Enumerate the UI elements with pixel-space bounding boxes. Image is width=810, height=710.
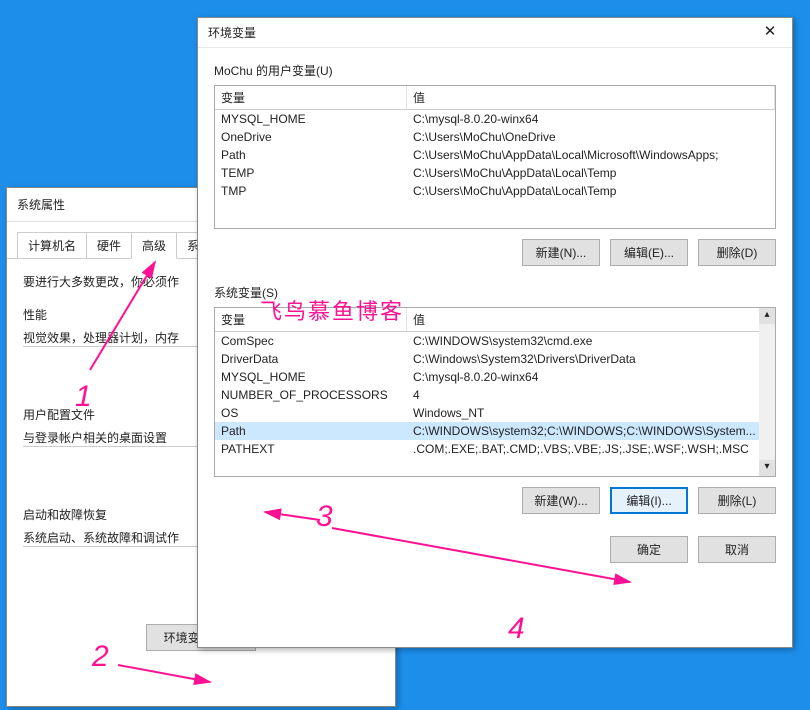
- cell-var-value: C:\mysql-8.0.20-winx64: [407, 110, 775, 128]
- cell-var-value: C:\mysql-8.0.20-winx64: [407, 368, 775, 386]
- cancel-button[interactable]: 取消: [698, 536, 776, 563]
- cell-var-name: MYSQL_HOME: [215, 368, 407, 386]
- cell-var-value: C:\Users\MoChu\AppData\Local\Temp: [407, 164, 775, 182]
- dialog-title: 环境变量: [208, 24, 256, 41]
- cell-var-name: PATHEXT: [215, 440, 407, 458]
- cell-var-name: TMP: [215, 182, 407, 200]
- cell-var-value: C:\Windows\System32\Drivers\DriverData: [407, 350, 775, 368]
- table-row[interactable]: ComSpecC:\WINDOWS\system32\cmd.exe: [215, 332, 775, 350]
- sys-vars-group-title: 系统变量(S): [214, 284, 776, 301]
- sys-new-button[interactable]: 新建(W)...: [522, 487, 600, 514]
- cell-var-value: 4: [407, 386, 775, 404]
- sys-vars-table[interactable]: 变量 值 ComSpecC:\WINDOWS\system32\cmd.exeD…: [214, 307, 776, 477]
- col-value[interactable]: 值: [407, 308, 775, 331]
- table-row[interactable]: OneDriveC:\Users\MoChu\OneDrive: [215, 128, 775, 146]
- table-row[interactable]: PathC:\Users\MoChu\AppData\Local\Microso…: [215, 146, 775, 164]
- user-new-button[interactable]: 新建(N)...: [522, 239, 600, 266]
- cell-var-value: C:\Users\MoChu\OneDrive: [407, 128, 775, 146]
- sys-edit-button[interactable]: 编辑(I)...: [610, 487, 688, 514]
- environment-variables-dialog: 环境变量 ✕ MoChu 的用户变量(U) 变量 值 MYSQL_HOMEC:\…: [197, 17, 793, 648]
- cell-var-value: Windows_NT: [407, 404, 775, 422]
- cell-var-name: MYSQL_HOME: [215, 110, 407, 128]
- cell-var-name: DriverData: [215, 350, 407, 368]
- col-variable[interactable]: 变量: [215, 308, 407, 331]
- col-value[interactable]: 值: [407, 86, 775, 109]
- cell-var-name: OS: [215, 404, 407, 422]
- tab-hardware[interactable]: 硬件: [86, 232, 132, 258]
- user-edit-button[interactable]: 编辑(E)...: [610, 239, 688, 266]
- tab-computer-name[interactable]: 计算机名: [17, 232, 87, 258]
- user-vars-table[interactable]: 变量 值 MYSQL_HOMEC:\mysql-8.0.20-winx64One…: [214, 85, 776, 229]
- cell-var-value: .COM;.EXE;.BAT;.CMD;.VBS;.VBE;.JS;.JSE;.…: [407, 440, 775, 458]
- scroll-down-icon[interactable]: ▾: [759, 460, 775, 476]
- table-row[interactable]: TEMPC:\Users\MoChu\AppData\Local\Temp: [215, 164, 775, 182]
- cell-var-name: ComSpec: [215, 332, 407, 350]
- sys-delete-button[interactable]: 删除(L): [698, 487, 776, 514]
- cell-var-name: Path: [215, 422, 407, 440]
- cell-var-value: C:\Users\MoChu\AppData\Local\Microsoft\W…: [407, 146, 775, 164]
- table-row[interactable]: PATHEXT.COM;.EXE;.BAT;.CMD;.VBS;.VBE;.JS…: [215, 440, 775, 458]
- cell-var-name: TEMP: [215, 164, 407, 182]
- user-delete-button[interactable]: 删除(D): [698, 239, 776, 266]
- scroll-up-icon[interactable]: ▴: [759, 308, 775, 324]
- cell-var-name: NUMBER_OF_PROCESSORS: [215, 386, 407, 404]
- table-row[interactable]: TMPC:\Users\MoChu\AppData\Local\Temp: [215, 182, 775, 200]
- table-row[interactable]: PathC:\WINDOWS\system32;C:\WINDOWS;C:\WI…: [215, 422, 775, 440]
- cell-var-value: C:\WINDOWS\system32;C:\WINDOWS;C:\WINDOW…: [407, 422, 775, 440]
- scrollbar[interactable]: ▴ ▾: [759, 308, 775, 476]
- table-row[interactable]: OSWindows_NT: [215, 404, 775, 422]
- ok-button[interactable]: 确定: [610, 536, 688, 563]
- table-row[interactable]: DriverDataC:\Windows\System32\Drivers\Dr…: [215, 350, 775, 368]
- table-row[interactable]: NUMBER_OF_PROCESSORS4: [215, 386, 775, 404]
- table-row[interactable]: MYSQL_HOMEC:\mysql-8.0.20-winx64: [215, 368, 775, 386]
- cell-var-value: C:\WINDOWS\system32\cmd.exe: [407, 332, 775, 350]
- tab-advanced[interactable]: 高级: [131, 232, 177, 259]
- user-vars-group-title: MoChu 的用户变量(U): [214, 62, 776, 79]
- col-variable[interactable]: 变量: [215, 86, 407, 109]
- cell-var-name: Path: [215, 146, 407, 164]
- dialog-titlebar: 环境变量 ✕: [198, 18, 792, 48]
- cell-var-name: OneDrive: [215, 128, 407, 146]
- cell-var-value: C:\Users\MoChu\AppData\Local\Temp: [407, 182, 775, 200]
- table-row[interactable]: MYSQL_HOMEC:\mysql-8.0.20-winx64: [215, 110, 775, 128]
- close-icon[interactable]: ✕: [748, 18, 792, 48]
